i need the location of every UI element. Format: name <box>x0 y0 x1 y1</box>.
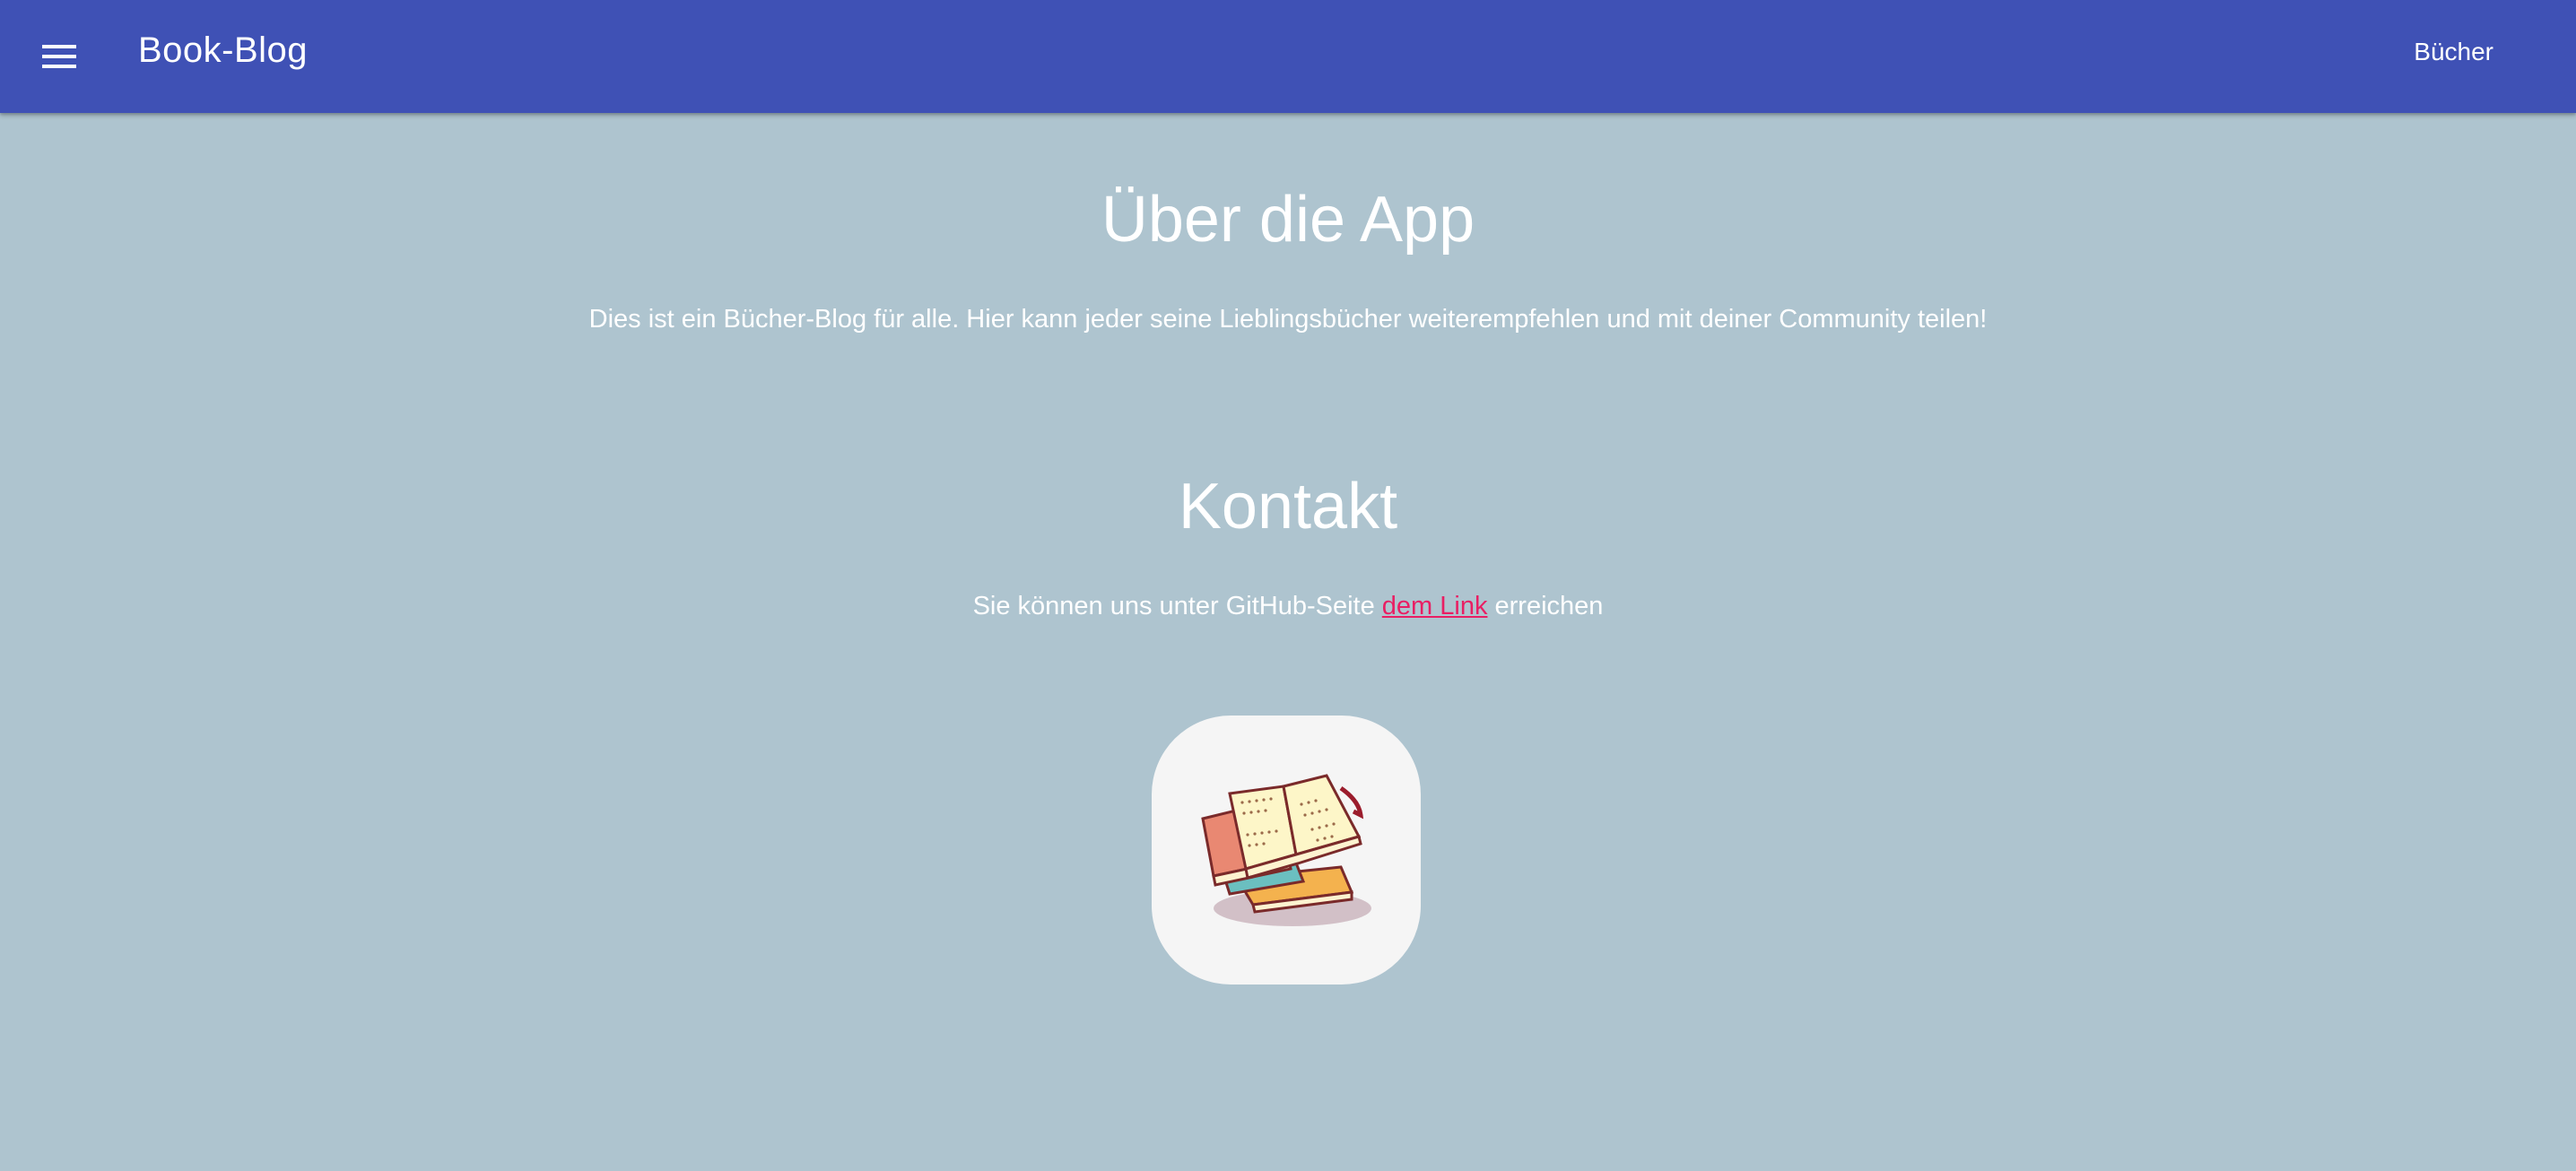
menu-icon <box>42 45 76 68</box>
top-toolbar: Book-Blog Bücher <box>0 0 2576 113</box>
main-content: Über die App Dies ist ein Bücher-Blog fü… <box>0 113 2576 1171</box>
about-text: Dies ist ein Bücher-Blog für alle. Hier … <box>588 305 1988 334</box>
contact-text: Sie können uns unter GitHub-Seite dem Li… <box>0 592 2576 621</box>
nav-link-buecher[interactable]: Bücher <box>2414 38 2493 66</box>
contact-title: Kontakt <box>1178 471 1398 542</box>
books-icon <box>1201 774 1371 926</box>
contact-link[interactable]: dem Link <box>1382 592 1488 620</box>
menu-button[interactable] <box>23 25 95 88</box>
contact-text-before: Sie können uns unter GitHub-Seite <box>972 592 1382 620</box>
app-title: Book-Blog <box>138 30 309 70</box>
contact-text-after: erreichen <box>1487 592 1604 620</box>
logo-card <box>1152 716 1421 985</box>
about-title: Über die App <box>1101 184 1475 256</box>
